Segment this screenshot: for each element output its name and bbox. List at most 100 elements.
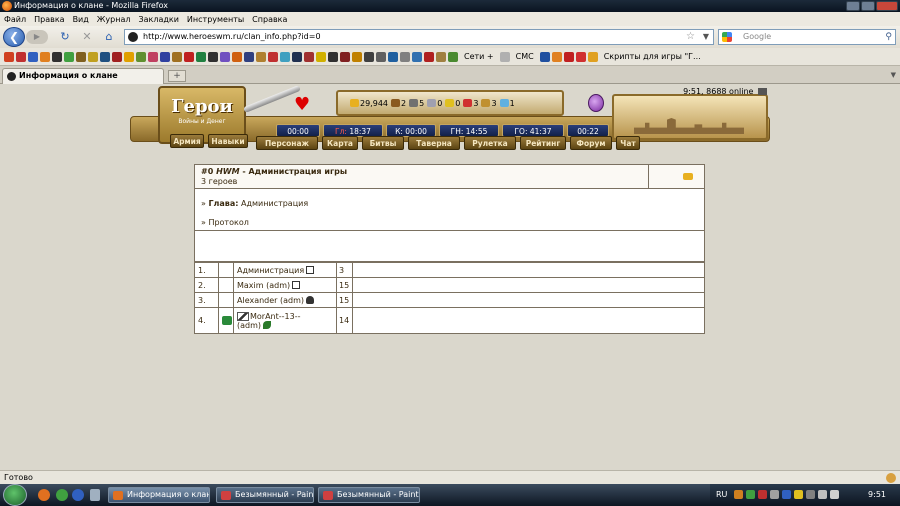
bookmark-label[interactable]: Скрипты для игры "Г... — [604, 52, 701, 61]
tray-icon[interactable] — [734, 490, 743, 499]
tab-list-icon[interactable]: ▼ — [891, 71, 896, 79]
language-indicator[interactable]: RU — [716, 484, 727, 506]
bookmark-icon[interactable] — [112, 51, 122, 62]
bookmark-icon[interactable] — [499, 51, 510, 62]
tray-icon[interactable] — [782, 490, 791, 499]
bookmark-icon[interactable] — [220, 51, 230, 62]
member-link[interactable]: MorAnt--13-- — [250, 312, 301, 321]
taskbar-task[interactable]: Безымянный - Paint — [318, 487, 420, 503]
bookmark-icon[interactable] — [412, 51, 422, 62]
bookmark-icon[interactable] — [124, 51, 134, 62]
game-nav-button-3[interactable]: Битвы — [362, 136, 404, 150]
member-link[interactable]: Maxim (adm) — [237, 281, 290, 290]
tab-clan-info[interactable]: Информация о клане — [2, 68, 164, 84]
menu-history[interactable]: Журнал — [97, 15, 131, 24]
bookmark-icon[interactable] — [52, 51, 62, 62]
bookmark-icon[interactable] — [28, 51, 38, 62]
bookmark-icon[interactable] — [148, 51, 158, 62]
bookmark-icon[interactable] — [40, 51, 50, 62]
bookmark-icon[interactable] — [208, 51, 218, 62]
bookmark-label[interactable]: СМС — [516, 52, 534, 61]
bookmark-icon[interactable] — [388, 51, 398, 62]
mail-icon[interactable] — [758, 88, 767, 95]
new-tab-button[interactable]: + — [168, 70, 186, 82]
quicklaunch-icon[interactable] — [56, 489, 68, 501]
bookmark-star-icon[interactable]: ☆ — [686, 30, 695, 44]
menu-bookmarks[interactable]: Закладки — [138, 15, 178, 24]
search-icon[interactable]: ⚲ — [885, 30, 892, 44]
stop-icon[interactable]: ✕ — [80, 30, 94, 44]
bookmark-icon[interactable] — [160, 51, 170, 62]
bookmark-icon[interactable] — [376, 51, 386, 62]
volume-icon[interactable] — [830, 490, 839, 499]
game-nav-button-5[interactable]: Рулетка — [464, 136, 516, 150]
quicklaunch-icon[interactable] — [72, 489, 84, 501]
bookmark-icon[interactable] — [136, 51, 146, 62]
back-button[interactable]: ❮ — [3, 27, 25, 47]
reload-icon[interactable]: ↻ — [58, 30, 72, 44]
menu-edit[interactable]: Правка — [34, 15, 64, 24]
bookmark-label[interactable]: Сети + — [464, 52, 494, 61]
forward-button[interactable]: ▶ — [26, 30, 48, 44]
bookmark-icon[interactable] — [64, 51, 74, 62]
maximize-button[interactable] — [861, 1, 875, 11]
bookmark-icon[interactable] — [268, 51, 278, 62]
side-button-2[interactable]: Навыки — [208, 134, 248, 148]
bookmark-icon[interactable] — [172, 51, 182, 62]
google-icon[interactable] — [722, 32, 732, 42]
bookmark-icon[interactable] — [280, 51, 290, 62]
bookmark-icon[interactable] — [196, 51, 206, 62]
bookmark-icon[interactable] — [563, 51, 574, 62]
search-input[interactable]: Google ⚲ — [718, 29, 896, 45]
bookmark-icon[interactable] — [100, 51, 110, 62]
network-icon[interactable] — [818, 490, 827, 499]
bookmark-icon[interactable] — [4, 51, 14, 62]
url-dropdown-icon[interactable]: ▼ — [703, 30, 709, 44]
bookmark-icon[interactable] — [316, 51, 326, 62]
bookmark-icon[interactable] — [539, 51, 550, 62]
tray-icon[interactable] — [806, 490, 815, 499]
bookmark-icon[interactable] — [364, 51, 374, 62]
bookmark-icon[interactable] — [88, 51, 98, 62]
firefox-quicklaunch-icon[interactable] — [38, 489, 50, 501]
menu-file[interactable]: Файл — [4, 15, 26, 24]
bookmark-icon[interactable] — [244, 51, 254, 62]
bookmark-icon[interactable] — [436, 51, 446, 62]
taskbar-task[interactable]: Безымянный - Paint — [216, 487, 314, 503]
game-nav-button-7[interactable]: Форум — [570, 136, 612, 150]
tray-icon[interactable] — [794, 490, 803, 499]
leader-link[interactable]: Администрация — [238, 199, 308, 208]
menu-tools[interactable]: Инструменты — [187, 15, 244, 24]
bookmark-icon[interactable] — [16, 51, 26, 62]
show-desktop-icon[interactable] — [90, 489, 100, 501]
home-icon[interactable]: ⌂ — [102, 30, 116, 44]
game-nav-button-8[interactable]: Чат — [616, 136, 640, 150]
bookmark-icon[interactable] — [340, 51, 350, 62]
member-link-suffix[interactable]: (adm) — [237, 321, 261, 330]
bookmark-icon[interactable] — [400, 51, 410, 62]
bookmark-icon[interactable] — [256, 51, 266, 62]
clan-log-link[interactable]: » Протокол — [201, 218, 249, 227]
tray-icon[interactable] — [758, 490, 767, 499]
side-button-1[interactable]: Армия — [170, 134, 204, 148]
bookmark-icon[interactable] — [448, 51, 458, 62]
close-button[interactable] — [876, 1, 898, 11]
tray-icon[interactable] — [746, 490, 755, 499]
member-link[interactable]: Администрация — [237, 266, 304, 275]
bookmark-icon[interactable] — [304, 51, 314, 62]
bookmark-icon[interactable] — [575, 51, 586, 62]
tray-icon[interactable] — [770, 490, 779, 499]
start-button[interactable] — [3, 484, 27, 506]
menu-view[interactable]: Вид — [73, 15, 89, 24]
bookmark-icon[interactable] — [184, 51, 194, 62]
addon-status-icon[interactable] — [886, 473, 896, 483]
bookmark-icon[interactable] — [424, 51, 434, 62]
taskbar-task[interactable]: Информация о клане ... — [108, 487, 210, 503]
bookmark-icon[interactable] — [587, 51, 598, 62]
member-link[interactable]: Alexander (adm) — [237, 296, 304, 305]
bookmark-icon[interactable] — [232, 51, 242, 62]
bookmark-icon[interactable] — [328, 51, 338, 62]
menu-help[interactable]: Справка — [252, 15, 287, 24]
bookmark-icon[interactable] — [352, 51, 362, 62]
bookmark-icon[interactable] — [76, 51, 86, 62]
